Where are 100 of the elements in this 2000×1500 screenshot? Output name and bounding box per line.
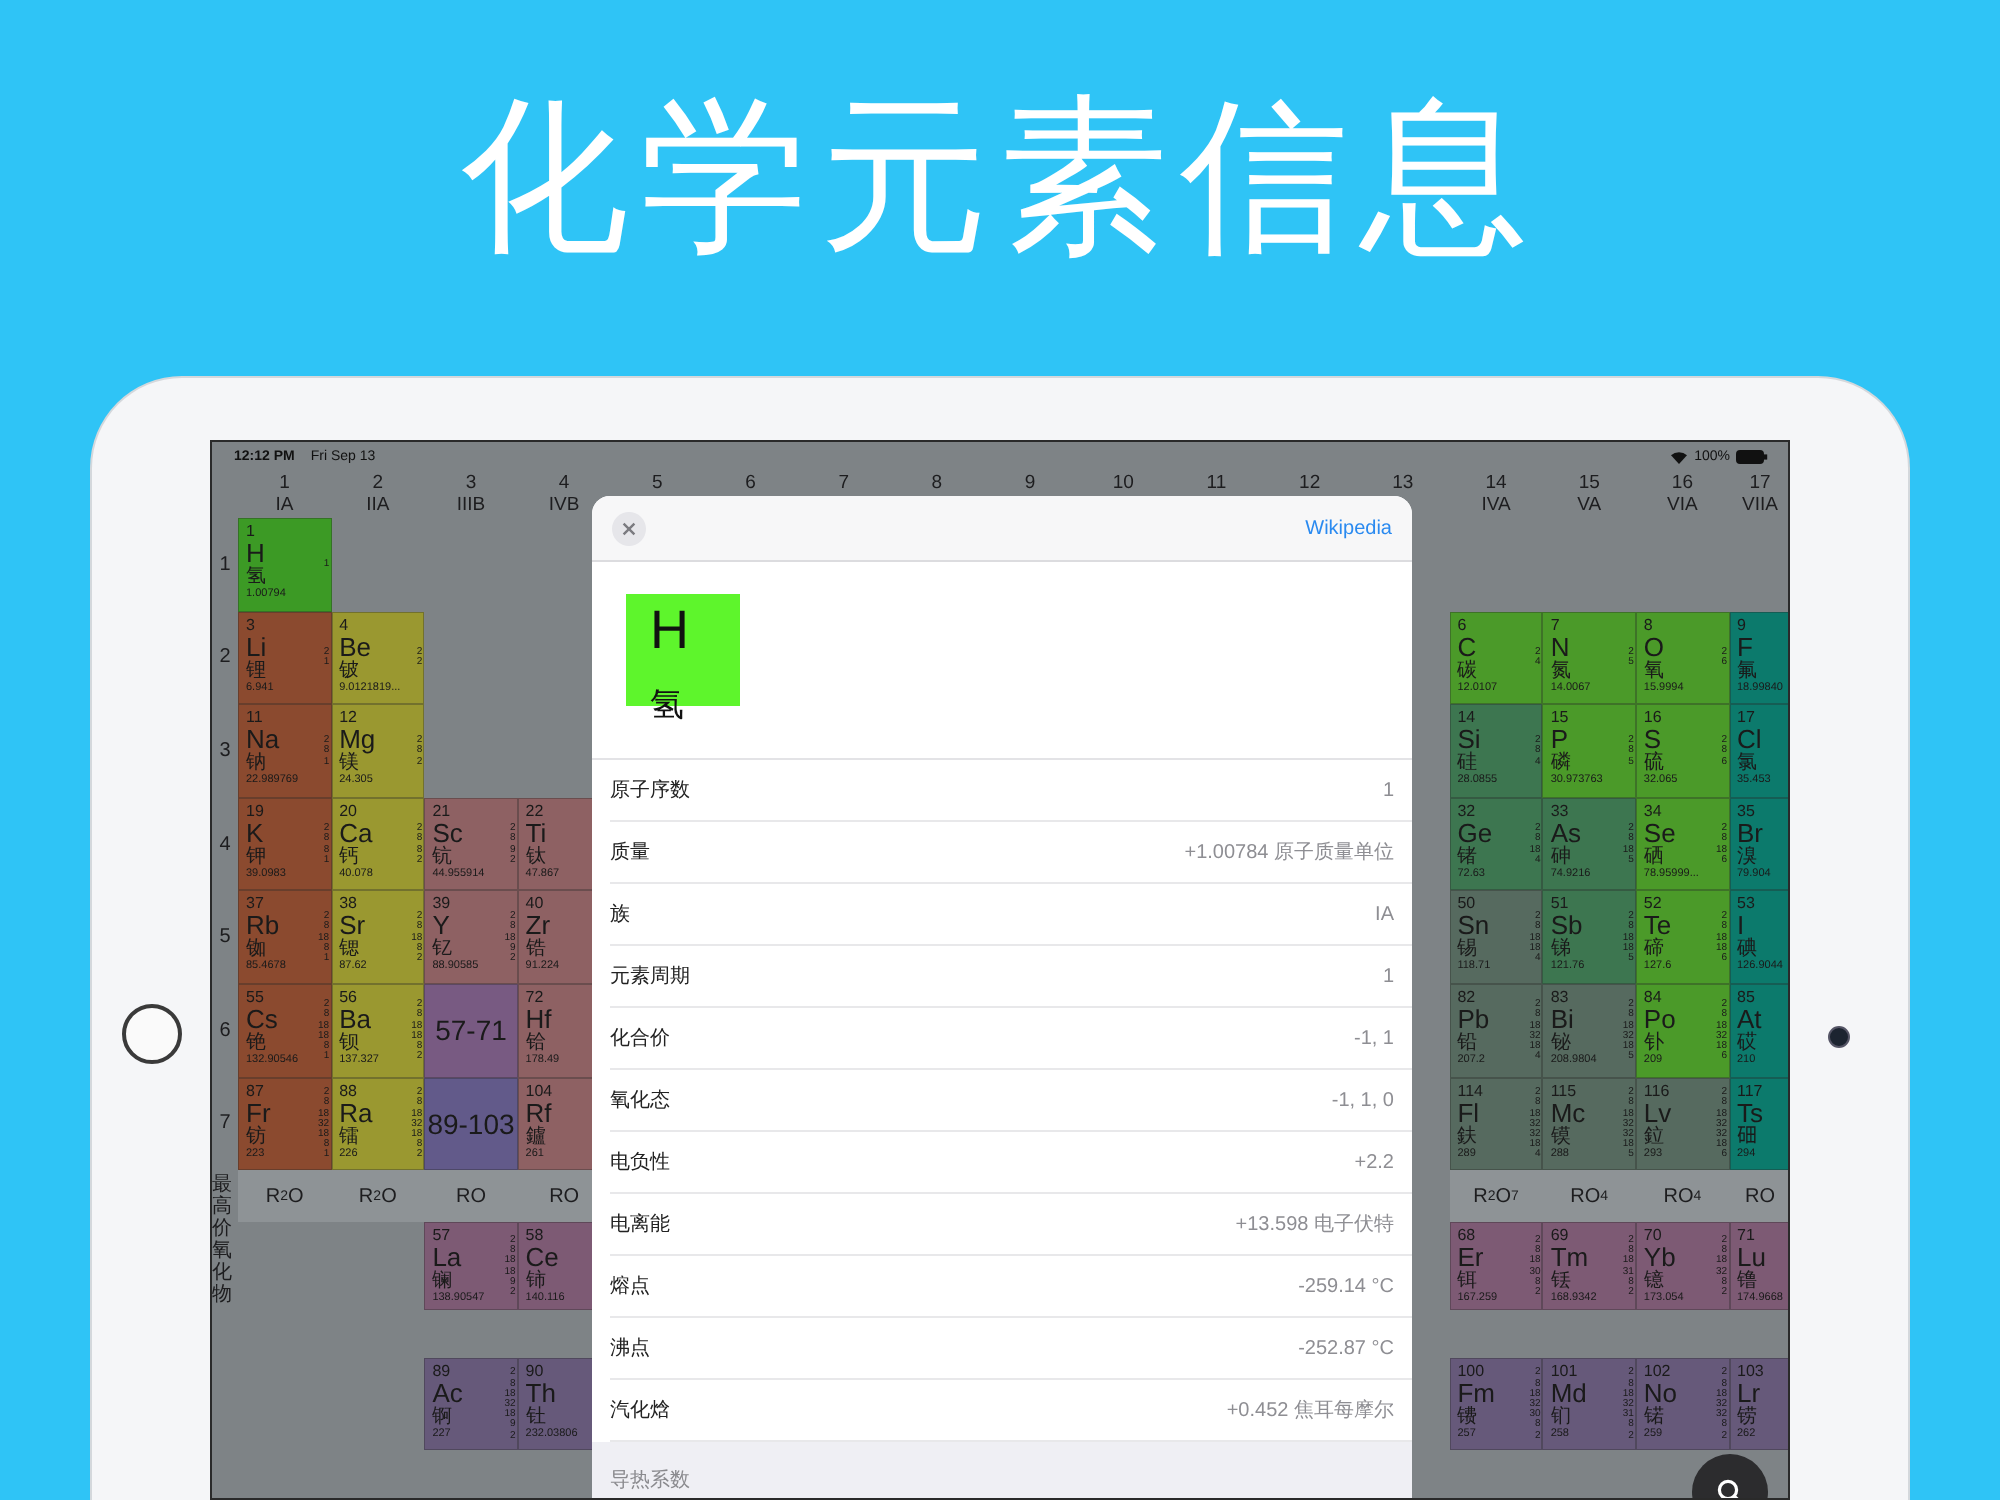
atomic-number: 55: [246, 987, 264, 1006]
element-name: 钫: [246, 1127, 266, 1148]
element-symbol: Ge: [1457, 819, 1493, 848]
atomic-number: 21: [432, 801, 451, 820]
element-name: 镆: [1550, 1127, 1571, 1148]
property-label: 氧化态: [610, 1087, 670, 1114]
element-symbol: Y: [432, 912, 450, 941]
element-symbol: Mc: [1550, 1099, 1586, 1128]
series-cell[interactable]: 89-103: [424, 1077, 518, 1171]
atomic-number: 9: [1737, 615, 1746, 634]
atomic-number: 6: [1457, 615, 1467, 634]
element-name: 碳: [1457, 661, 1478, 682]
property-value: 1: [1382, 965, 1394, 987]
atomic-number: 114: [1457, 1081, 1483, 1100]
group-number: 17: [1749, 472, 1771, 494]
atomic-number: 11: [246, 708, 263, 727]
atomic-number: 57: [432, 1226, 451, 1245]
element-name: 铋: [1550, 1033, 1571, 1054]
element-symbol: Lv: [1643, 1099, 1672, 1128]
element-name: 鿬: [1737, 1127, 1757, 1148]
property-value: -252.87 °C: [1298, 1337, 1394, 1359]
property-value: -259.14 °C: [1298, 1275, 1394, 1297]
element-name: 硒: [1643, 847, 1664, 868]
atomic-number: 20: [339, 801, 357, 820]
atomic-number: 3: [246, 615, 255, 634]
search-icon: [1716, 1478, 1744, 1498]
period-number: 7: [217, 1110, 233, 1139]
front-camera: [1828, 1026, 1850, 1048]
element-name: 锑: [1550, 940, 1571, 961]
atomic-number: 53: [1737, 894, 1755, 913]
atomic-number: 35: [1737, 801, 1755, 820]
promo-title: 化学元素信息: [460, 76, 1540, 278]
group-label: VIA: [1667, 494, 1698, 516]
element-symbol: Ce: [525, 1244, 559, 1273]
section-header: 导热系数: [610, 1467, 690, 1494]
atomic-number: 37: [246, 894, 264, 913]
close-button[interactable]: [612, 511, 646, 545]
atomic-number: 102: [1643, 1362, 1671, 1381]
element-symbol: Sn: [1457, 912, 1490, 941]
property-value: +0.452 焦耳每摩尔: [1226, 1397, 1394, 1424]
atomic-number: 100: [1457, 1362, 1485, 1381]
element-symbol: Sb: [1550, 912, 1583, 941]
atomic-number: 4: [339, 615, 349, 634]
group-label: IIIB: [456, 494, 486, 516]
atomic-number: 70: [1643, 1226, 1662, 1245]
wifi-icon: [1670, 449, 1689, 463]
element-symbol: Yb: [1643, 1244, 1676, 1273]
atomic-number: 16: [1643, 708, 1662, 727]
element-symbol: Fl: [1457, 1099, 1480, 1128]
element-symbol: H: [246, 540, 265, 568]
element-name: 铍: [339, 661, 360, 682]
element-name: 鉝: [1643, 1127, 1664, 1148]
atomic-number: 15: [1550, 708, 1569, 727]
element-symbol: Pb: [1457, 1005, 1490, 1034]
group-number: 7: [838, 472, 849, 494]
element-name: 镁: [339, 754, 360, 775]
element-symbol: Br: [1737, 819, 1763, 848]
group-number: 16: [1671, 472, 1693, 494]
group-label: IA: [275, 494, 294, 516]
element-name: 钍: [525, 1408, 546, 1429]
wikipedia-link[interactable]: Wikipedia: [1305, 517, 1392, 539]
group-number: 4: [558, 472, 570, 494]
element-symbol: Ra: [339, 1099, 373, 1128]
atomic-number: 103: [1737, 1362, 1764, 1381]
element-symbol: Sc: [432, 819, 463, 848]
element-name: 钡: [339, 1033, 360, 1054]
battery-icon: [1736, 449, 1768, 463]
group-number: 1: [279, 472, 290, 494]
atomic-number: 7: [1550, 615, 1560, 634]
element-symbol: Th: [525, 1380, 556, 1409]
period-number: 3: [217, 737, 233, 766]
group-number: 12: [1299, 472, 1321, 494]
element-symbol: Se: [1643, 819, 1676, 848]
home-button[interactable]: [122, 1004, 182, 1064]
element-symbol: Cl: [1737, 726, 1762, 755]
element-symbol: Ca: [339, 819, 373, 848]
element-symbol: Si: [1457, 726, 1481, 755]
property-value: +2.2: [1354, 1151, 1394, 1173]
element-name: 镱: [1643, 1272, 1664, 1293]
element-name: 锆: [525, 940, 546, 961]
atomic-number: 101: [1550, 1362, 1578, 1381]
element-name: 鈇: [1457, 1127, 1478, 1148]
element-symbol: Lu: [1737, 1244, 1766, 1273]
element-name: 钔: [1550, 1408, 1571, 1429]
element-symbol: I: [1737, 912, 1745, 941]
element-symbol: Ac: [432, 1380, 463, 1409]
element-symbol: C: [1457, 633, 1477, 662]
element-name: 镭: [339, 1127, 360, 1148]
element-symbol: At: [1737, 1005, 1762, 1034]
atomic-number: 50: [1457, 894, 1476, 913]
element-name: 铅: [1457, 1033, 1478, 1054]
element-symbol: Lr: [1737, 1380, 1761, 1409]
atomic-number: 19: [246, 801, 264, 820]
element-name: 钠: [246, 754, 266, 775]
element-symbol: Rf: [525, 1099, 552, 1128]
element-symbol: As: [1550, 819, 1581, 848]
series-cell[interactable]: 57-71: [424, 983, 518, 1078]
group-number: 14: [1485, 472, 1507, 494]
property-label: 原子序数: [610, 777, 690, 804]
atomic-number: 116: [1643, 1081, 1670, 1100]
